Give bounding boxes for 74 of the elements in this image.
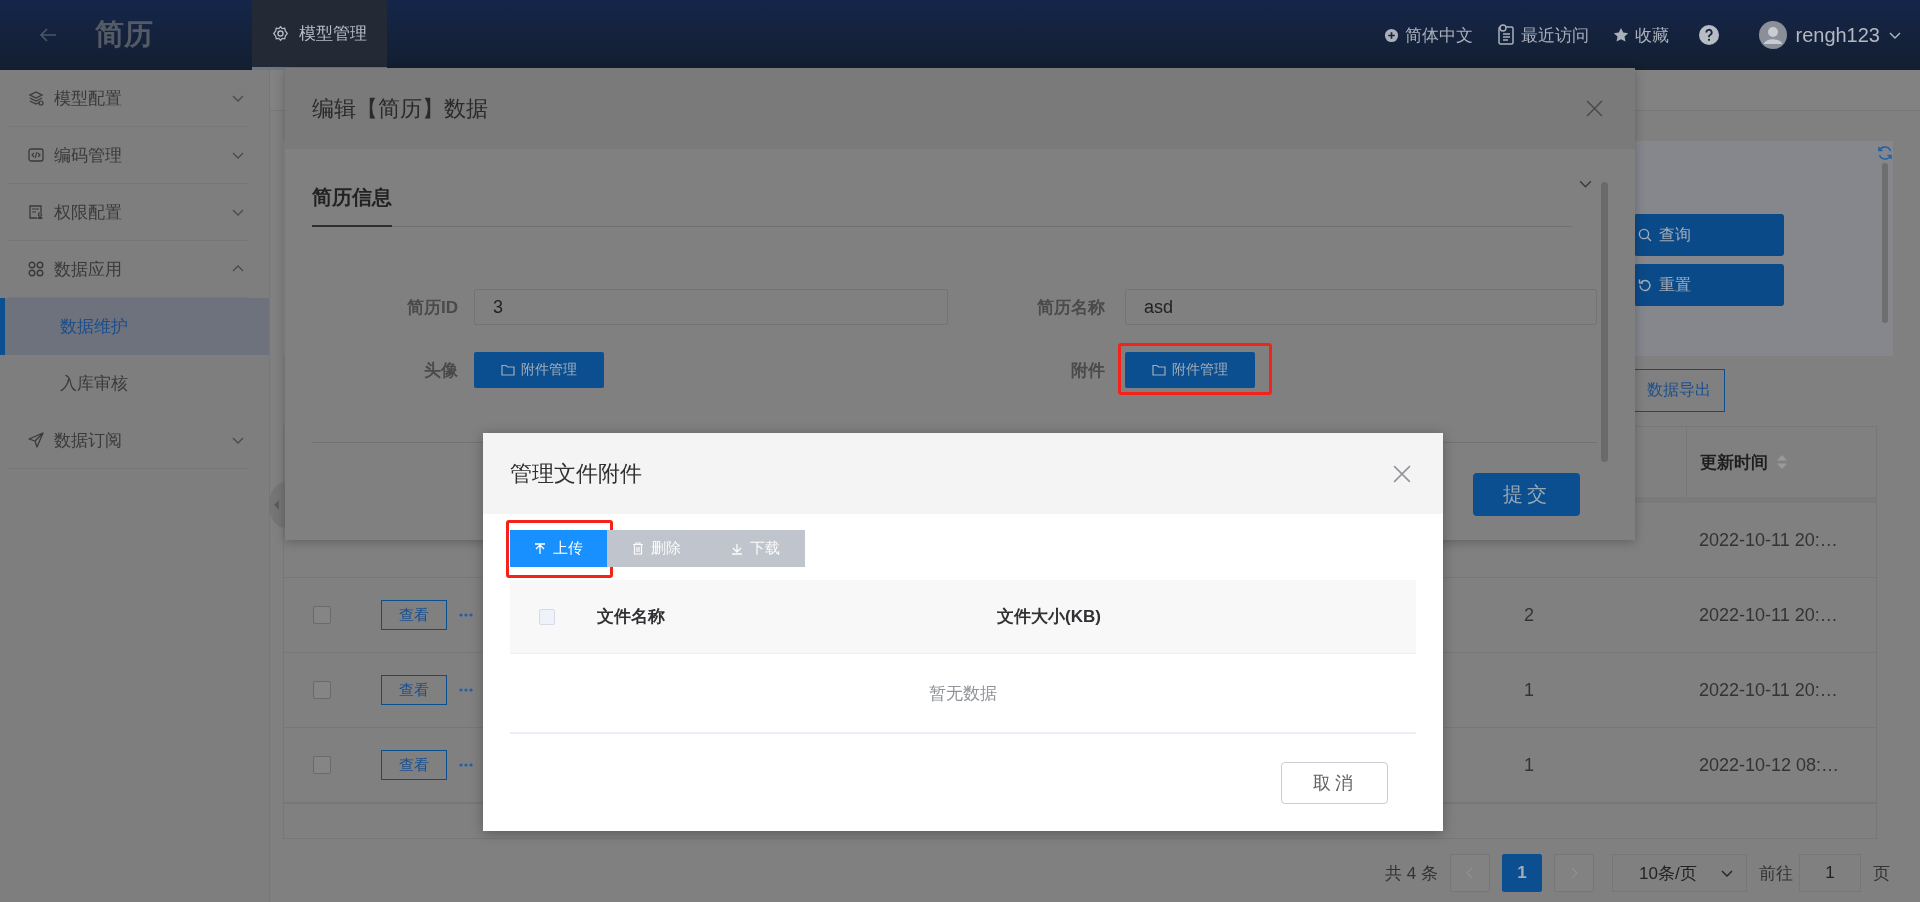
table-cell: 2	[1524, 604, 1534, 625]
user-menu[interactable]: rengh123	[1759, 21, 1902, 49]
more-icon[interactable]	[459, 688, 473, 692]
sidebar-item[interactable]: 权限配置	[8, 184, 249, 241]
view-button[interactable]: 查看	[381, 600, 447, 630]
collapse-handle[interactable]	[269, 482, 285, 528]
close-icon[interactable]	[1393, 464, 1411, 483]
code-icon	[28, 147, 44, 163]
app-title: 简历	[95, 17, 154, 52]
dialog-title: 编辑【简历】数据	[312, 94, 488, 123]
star-icon	[1613, 27, 1630, 43]
table-cell: 2022-10-11 20:…	[1699, 604, 1838, 626]
sidebar-item[interactable]: 数据订阅	[8, 412, 249, 469]
select-all-checkbox[interactable]	[539, 608, 555, 625]
view-button[interactable]: 查看	[381, 675, 447, 705]
reset-icon	[1638, 278, 1652, 292]
gear-icon	[272, 25, 289, 42]
attachment-button[interactable]: 附件管理	[474, 352, 604, 388]
trash-icon	[632, 542, 644, 555]
table-cell: 1	[1524, 679, 1534, 700]
document-user-icon	[28, 204, 44, 220]
attachment-button[interactable]: 附件管理	[1125, 352, 1255, 388]
goto-label: 前往	[1759, 862, 1793, 885]
row-checkbox[interactable]	[312, 756, 331, 774]
page-unit: 页	[1873, 862, 1890, 885]
upload-icon	[534, 542, 546, 555]
page-input[interactable]: 1	[1799, 854, 1861, 892]
submit-button[interactable]: 提交	[1473, 473, 1580, 516]
folder-icon	[501, 364, 515, 376]
page-size-select[interactable]: 10条/页	[1612, 854, 1747, 892]
close-icon[interactable]	[1586, 100, 1603, 117]
download-icon	[731, 542, 743, 555]
avatar-icon	[1759, 21, 1788, 49]
sidebar-item[interactable]: 模型配置	[8, 70, 249, 127]
column-header: 文件名称	[596, 606, 666, 628]
sidebar-item[interactable]: 编码管理	[8, 127, 249, 184]
row-checkbox[interactable]	[312, 606, 331, 624]
grid-circles-icon	[28, 261, 44, 277]
row-checkbox[interactable]	[312, 681, 331, 699]
dialog-title: 管理文件附件	[510, 459, 642, 488]
paper-plane-icon	[28, 432, 44, 448]
toolbar-button[interactable]: 上传	[510, 530, 607, 567]
total-count: 共 4 条	[1385, 862, 1438, 885]
plus-circle-icon	[1384, 27, 1400, 43]
section-tab[interactable]: 简历信息	[312, 169, 392, 227]
search-panel-button[interactable]: 查询	[1634, 214, 1784, 256]
empty-message: 暂无数据	[929, 682, 997, 705]
search-icon	[1638, 228, 1652, 242]
view-button[interactable]: 查看	[381, 750, 447, 780]
header-link[interactable]: 最近访问	[1497, 23, 1590, 47]
column-header: 文件大小(KB)	[997, 606, 1101, 628]
header-link[interactable]: 简体中文	[1384, 23, 1474, 47]
table-cell: 2022-10-11 20:…	[1699, 679, 1838, 701]
header-link[interactable]: 收藏	[1613, 23, 1670, 47]
table-cell: 1	[1524, 754, 1534, 775]
help-icon[interactable]	[1699, 25, 1720, 45]
more-icon[interactable]	[459, 763, 473, 767]
more-icon[interactable]	[459, 613, 473, 617]
clipboard-icon	[1497, 24, 1516, 46]
column-header[interactable]: 更新时间	[1700, 450, 1768, 474]
sort-icon[interactable]	[1776, 454, 1788, 470]
refresh-icon[interactable]	[1877, 145, 1893, 161]
page-button[interactable]: 1	[1502, 854, 1542, 892]
folder-icon	[1152, 364, 1166, 376]
table-cell: 2022-10-12 08:…	[1699, 754, 1840, 776]
input-field[interactable]: 3	[474, 289, 948, 325]
input-field[interactable]: asd	[1125, 289, 1597, 325]
table-cell: 2022-10-11 20:…	[1699, 529, 1838, 551]
cancel-button[interactable]: 取消	[1281, 762, 1388, 804]
search-panel-button[interactable]: 重置	[1634, 264, 1784, 306]
layers-icon	[28, 90, 44, 106]
module-tab[interactable]: 模型管理	[252, 0, 387, 70]
scrollbar[interactable]	[1882, 163, 1888, 323]
sidebar-subitem[interactable]: 入库审核	[0, 355, 269, 412]
